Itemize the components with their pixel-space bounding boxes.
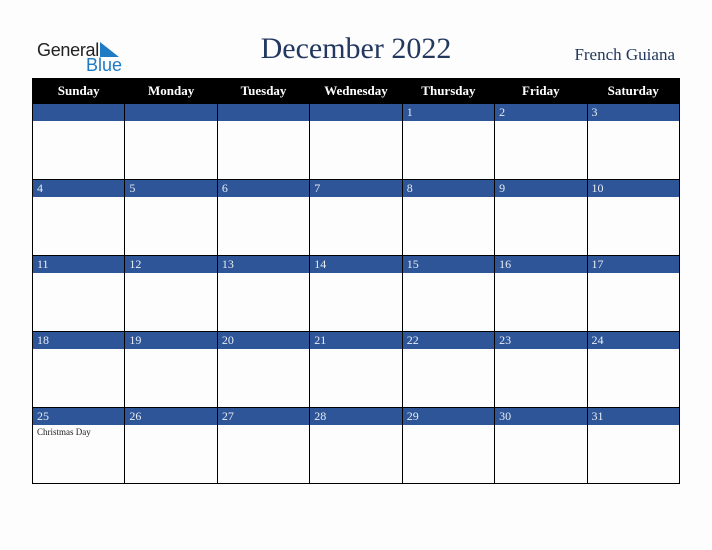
day-cell[interactable]: 13 (216, 255, 311, 332)
day-number: 5 (125, 180, 217, 197)
day-cell[interactable]: 28 (309, 407, 403, 484)
day-cell[interactable]: 23 (494, 331, 588, 408)
day-number: 11 (33, 256, 125, 273)
day-number: 2 (495, 104, 587, 121)
day-number: 21 (310, 332, 402, 349)
day-number: 8 (402, 180, 495, 197)
day-cell[interactable]: 18 (31, 331, 126, 408)
day-number: 22 (402, 332, 495, 349)
day-cell[interactable] (309, 103, 403, 180)
day-cell[interactable]: 27 (216, 407, 311, 484)
day-cell[interactable]: 4 (31, 179, 126, 256)
day-cell[interactable]: 26 (124, 407, 218, 484)
day-cell[interactable]: 9 (494, 179, 588, 256)
day-number: 7 (310, 180, 402, 197)
day-number: 25 (33, 408, 125, 425)
day-number (310, 104, 402, 121)
day-cell[interactable]: 22 (401, 331, 496, 408)
day-cell[interactable]: 11 (31, 255, 126, 332)
week-row: 4 5 6 7 8 9 10 (31, 179, 681, 256)
day-number: 26 (125, 408, 217, 425)
day-cell[interactable] (31, 103, 126, 180)
day-cell[interactable]: 20 (216, 331, 311, 408)
day-number (217, 104, 310, 121)
day-cell[interactable]: 17 (586, 255, 681, 332)
day-number: 23 (495, 332, 587, 349)
day-number: 19 (125, 332, 217, 349)
day-cell[interactable]: 10 (586, 179, 681, 256)
weekday-wednesday: Wednesday (309, 78, 403, 104)
day-number: 29 (402, 408, 495, 425)
day-number: 6 (217, 180, 310, 197)
weekday-saturday: Saturday (586, 78, 681, 104)
day-cell[interactable]: 7 (309, 179, 403, 256)
weekday-thursday: Thursday (401, 78, 496, 104)
day-number: 30 (495, 408, 587, 425)
week-row: 123 (31, 103, 681, 180)
weekday-monday: Monday (124, 78, 218, 104)
day-cell[interactable]: 16 (494, 255, 588, 332)
day-cell[interactable]: 15 (401, 255, 496, 332)
day-number: 4 (33, 180, 125, 197)
day-number: 18 (33, 332, 125, 349)
day-number: 28 (310, 408, 402, 425)
week-row: 11 12 13 14 15 16 17 (31, 255, 681, 332)
day-cell[interactable]: 14 (309, 255, 403, 332)
day-cell[interactable]: 30 (494, 407, 588, 484)
day-number (33, 104, 125, 121)
day-cell[interactable]: 31 (586, 407, 681, 484)
day-cell[interactable] (124, 103, 218, 180)
day-cell[interactable]: 3 (586, 103, 681, 180)
day-number: 17 (587, 256, 679, 273)
day-cell[interactable]: 2 (494, 103, 588, 180)
day-number: 20 (217, 332, 310, 349)
day-number: 12 (125, 256, 217, 273)
country-name: French Guiana (574, 45, 675, 64)
day-cell[interactable]: 1 (401, 103, 496, 180)
weekday-tuesday: Tuesday (216, 78, 311, 104)
weekday-sunday: Sunday (31, 78, 126, 104)
day-cell[interactable]: 21 (309, 331, 403, 408)
day-cell[interactable]: 19 (124, 331, 218, 408)
week-row: 25 Christmas Day 26 27 28 29 30 31 (31, 407, 681, 484)
weekday-header-row: Sunday Monday Tuesday Wednesday Thursday… (31, 78, 681, 104)
day-cell[interactable]: 12 (124, 255, 218, 332)
day-cell[interactable]: 5 (124, 179, 218, 256)
day-number: 16 (495, 256, 587, 273)
day-number: 1 (402, 104, 495, 121)
day-number: 27 (217, 408, 310, 425)
day-number: 13 (217, 256, 310, 273)
day-cell[interactable]: 6 (216, 179, 311, 256)
day-number: 9 (495, 180, 587, 197)
day-number: 15 (402, 256, 495, 273)
day-number (125, 104, 217, 121)
day-number: 31 (587, 408, 679, 425)
weekday-friday: Friday (494, 78, 588, 104)
day-number: 24 (587, 332, 679, 349)
week-row: 18 19 20 21 22 23 24 (31, 331, 681, 408)
calendar-grid: Sunday Monday Tuesday Wednesday Thursday… (31, 78, 681, 484)
month-year: December 2022 (260, 32, 452, 65)
day-cell[interactable]: 25 Christmas Day (31, 407, 126, 484)
day-cell[interactable]: 24 (586, 331, 681, 408)
day-cell[interactable] (216, 103, 311, 180)
day-number: 14 (310, 256, 402, 273)
holiday-label: Christmas Day (37, 427, 91, 437)
day-number: 10 (587, 180, 679, 197)
day-cell[interactable]: 8 (401, 179, 496, 256)
day-cell[interactable]: 29 (401, 407, 496, 484)
day-number: 3 (587, 104, 679, 121)
